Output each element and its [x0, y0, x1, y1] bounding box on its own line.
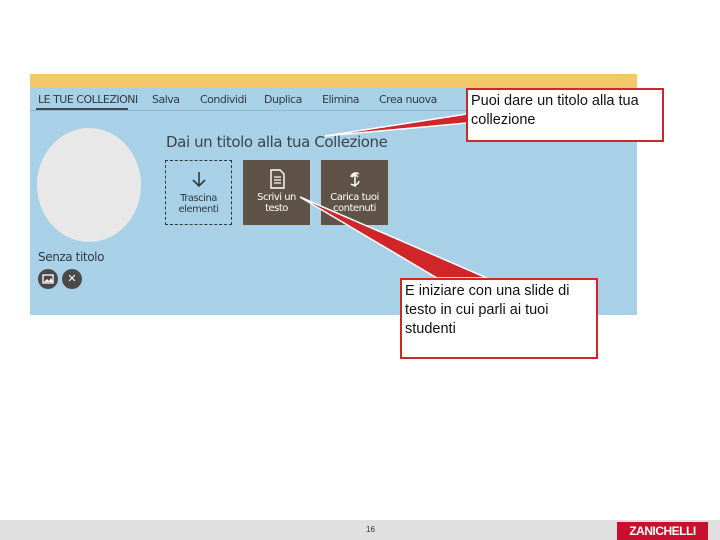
image-icon[interactable]	[38, 269, 58, 289]
slide-callout: E iniziare con una slide di testo in cui…	[400, 278, 598, 359]
write-text-tile[interactable]: Scrivi un testo	[243, 160, 310, 225]
close-icon[interactable]: ✕	[62, 269, 82, 289]
active-tab-indicator	[36, 108, 128, 110]
page-number: 16	[366, 525, 375, 534]
upload-tile-line2: contenuti	[333, 203, 376, 214]
item-title: Senza titolo	[38, 250, 105, 264]
menu-salva[interactable]: Salva	[152, 93, 180, 106]
menu-condividi[interactable]: Condividi	[200, 93, 247, 106]
menu-le-tue-collezioni[interactable]: LE TUE COLLEZIONI	[38, 93, 138, 106]
menu-elimina[interactable]: Elimina	[322, 93, 360, 106]
write-tile-line1: Scrivi un	[257, 192, 296, 203]
download-arrow-icon	[191, 172, 206, 188]
upload-icon	[349, 172, 360, 187]
title-callout: Puoi dare un titolo alla tua collezione	[466, 88, 664, 142]
drop-tile-line2: elementi	[178, 204, 219, 215]
document-icon	[269, 169, 285, 189]
collection-title-input[interactable]: Dai un titolo alla tua Collezione	[166, 133, 388, 151]
upload-content-tile[interactable]: Carica tuoi contenuti	[321, 160, 388, 225]
collection-cover-placeholder[interactable]	[37, 128, 141, 242]
drop-elements-tile[interactable]: Trascina elementi	[165, 160, 232, 225]
drop-tile-line1: Trascina	[180, 193, 217, 204]
top-strip	[30, 74, 637, 88]
menu-duplica[interactable]: Duplica	[264, 93, 302, 106]
slide-footer	[0, 520, 720, 540]
upload-tile-line1: Carica tuoi	[330, 192, 379, 203]
write-tile-line2: testo	[265, 203, 288, 214]
menu-crea-nuova[interactable]: Crea nuova	[379, 93, 437, 106]
zanichelli-logo: ZANICHELLI	[617, 522, 708, 540]
